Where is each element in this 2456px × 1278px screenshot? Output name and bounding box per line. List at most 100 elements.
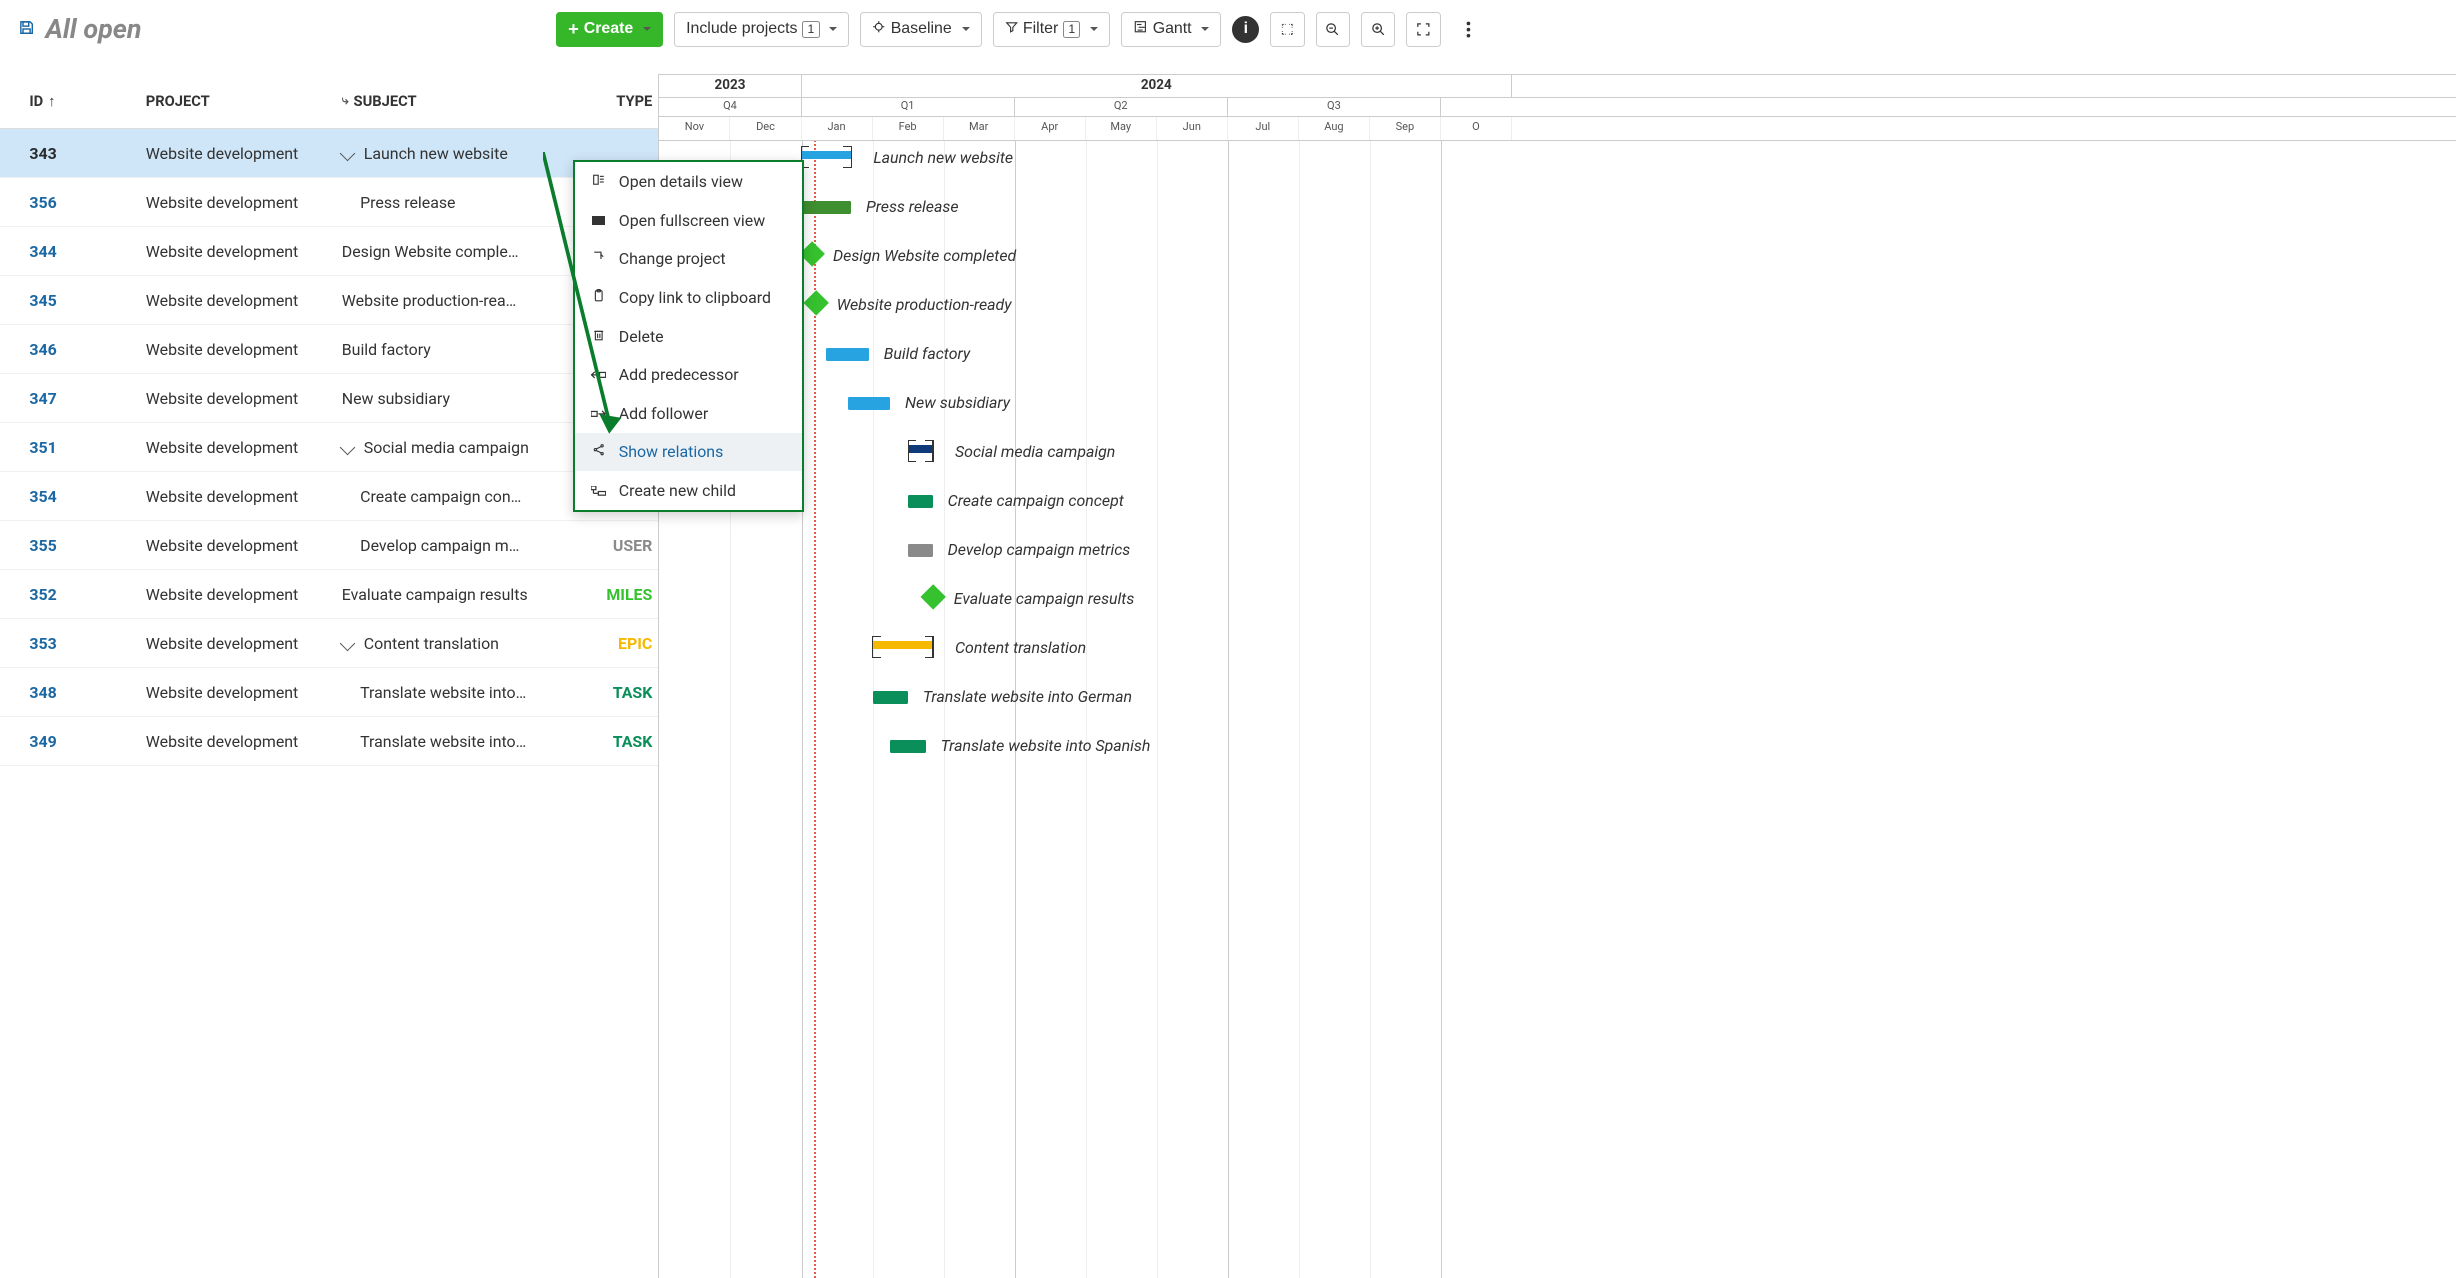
gantt-summary-bar[interactable] [908,445,933,454]
gantt-row[interactable]: Design Website completed [659,233,2456,282]
fullscreen-button[interactable] [1270,12,1304,46]
gantt-bar[interactable] [802,201,852,214]
table-row[interactable]: 346Website developmentBuild factory [0,325,658,374]
gantt-bar[interactable] [908,544,933,557]
table-row[interactable]: 347Website developmentNew subsidiary [0,374,658,423]
column-id[interactable]: ID ↑ [29,92,145,110]
gantt-row[interactable]: Press release [659,184,2456,233]
zoom-out-button[interactable] [1316,12,1350,46]
work-package-subject[interactable]: Create campaign con… [342,487,605,506]
work-package-id[interactable]: 354 [29,487,145,506]
baseline-button[interactable]: Baseline [860,12,981,46]
work-package-id[interactable]: 351 [29,438,145,457]
work-package-subject[interactable]: Social media campaign [342,438,605,457]
column-project[interactable]: PROJECT [146,92,342,110]
display-mode-label: Gantt [1153,20,1192,38]
work-package-id[interactable]: 352 [29,585,145,604]
context-menu-item[interactable]: Copy link to clipboard [575,278,803,317]
gantt-row[interactable]: Social media campaign [659,429,2456,478]
display-mode-button[interactable]: Gantt [1121,12,1221,46]
table-row[interactable]: 349Website developmentTranslate website … [0,717,658,766]
menu-item-icon [589,366,607,384]
work-package-id[interactable]: 346 [29,340,145,359]
table-row[interactable]: 354Website developmentCreate campaign co… [0,472,658,521]
gantt-bar[interactable] [890,740,926,753]
filter-button[interactable]: Filter 1 [993,12,1111,46]
gantt-row[interactable]: Launch new website [659,135,2456,184]
gantt-bar[interactable] [848,397,891,410]
table-row[interactable]: 344Website developmentDesign Website com… [0,227,658,276]
work-package-id[interactable]: 347 [29,389,145,408]
include-projects-button[interactable]: Include projects 1 [674,12,849,46]
save-icon[interactable] [18,18,35,41]
context-menu-item[interactable]: Open fullscreen view [575,201,803,240]
chevron-down-icon[interactable] [339,439,355,455]
chevron-down-icon[interactable] [339,635,355,651]
context-menu-item[interactable]: Add follower [575,394,803,433]
work-package-subject[interactable]: Press release [342,193,605,212]
work-package-id[interactable]: 345 [29,291,145,310]
work-package-subject[interactable]: Develop campaign m… [342,536,605,555]
work-package-id[interactable]: 356 [29,193,145,212]
work-package-project: Website development [146,536,342,555]
work-package-subject[interactable]: Launch new website [342,144,605,163]
work-package-id[interactable]: 343 [29,144,145,163]
context-menu-item[interactable]: Change project [575,240,803,279]
chevron-down-icon[interactable] [339,145,355,161]
gantt-row[interactable]: New subsidiary [659,380,2456,429]
context-menu-item[interactable]: Show relations [575,433,803,472]
work-package-subject[interactable]: New subsidiary [342,389,605,408]
context-menu-item[interactable]: Open details view [575,162,803,201]
table-row[interactable]: 343Website developmentLaunch new website [0,129,658,178]
create-button[interactable]: + Create [556,12,663,46]
gantt-row[interactable]: Content translation [659,625,2456,674]
gantt-row[interactable]: Evaluate campaign results [659,576,2456,625]
zoom-auto-button[interactable] [1406,12,1440,46]
gantt-row[interactable]: Website production-ready [659,282,2456,331]
zoom-in-button[interactable] [1361,12,1395,46]
work-package-subject[interactable]: Design Website comple… [342,242,605,261]
work-package-subject[interactable]: Translate website into… [342,732,605,751]
work-package-subject[interactable]: Build factory [342,340,605,359]
work-package-subject[interactable]: Content translation [342,634,605,653]
info-button[interactable]: i [1232,16,1259,43]
gantt-chart[interactable]: Launch new websitePress releaseDesign We… [658,135,2456,1278]
timeline-month: Dec [730,117,801,140]
column-subject[interactable]: ⤷ SUBJECT [342,92,605,110]
gantt-bar[interactable] [873,691,909,704]
menu-item-icon [589,327,607,345]
work-package-subject[interactable]: Evaluate campaign results [342,585,605,604]
work-package-id[interactable]: 349 [29,732,145,751]
more-button[interactable] [1452,12,1486,46]
gantt-summary-bar[interactable] [802,151,852,160]
context-menu-item[interactable]: Delete [575,317,803,356]
table-row[interactable]: 355Website developmentDevelop campaign m… [0,521,658,570]
work-package-id[interactable]: 348 [29,683,145,702]
gantt-row[interactable]: Translate website into German [659,674,2456,723]
context-menu-item[interactable]: Add predecessor [575,355,803,394]
work-package-id[interactable]: 355 [29,536,145,555]
gantt-milestone[interactable] [803,290,829,316]
table-row[interactable]: 348Website developmentTranslate website … [0,668,658,717]
gantt-row[interactable]: Develop campaign metrics [659,527,2456,576]
gantt-row[interactable]: Build factory [659,331,2456,380]
work-package-subject[interactable]: Website production-rea… [342,291,605,310]
column-type[interactable]: TYPE [605,92,658,110]
table-row[interactable]: 351Website developmentSocial media campa… [0,423,658,472]
gantt-row[interactable]: Create campaign concept [659,478,2456,527]
table-row[interactable]: 352Website developmentEvaluate campaign … [0,570,658,619]
table-row[interactable]: 353Website developmentContent translatio… [0,619,658,668]
gantt-bar[interactable] [908,495,933,508]
gantt-icon [1133,20,1148,38]
table-row[interactable]: 345Website developmentWebsite production… [0,276,658,325]
gantt-bar[interactable] [826,348,869,361]
gantt-milestone[interactable] [920,584,946,610]
work-package-subject[interactable]: Translate website into… [342,683,605,702]
gantt-summary-bar[interactable] [873,641,933,650]
context-menu-item[interactable]: Create new child [575,471,803,510]
work-package-id[interactable]: 344 [29,242,145,261]
menu-item-label: Change project [619,249,726,268]
gantt-row[interactable]: Translate website into Spanish [659,723,2456,772]
work-package-id[interactable]: 353 [29,634,145,653]
table-row[interactable]: 356Website developmentPress release [0,178,658,227]
